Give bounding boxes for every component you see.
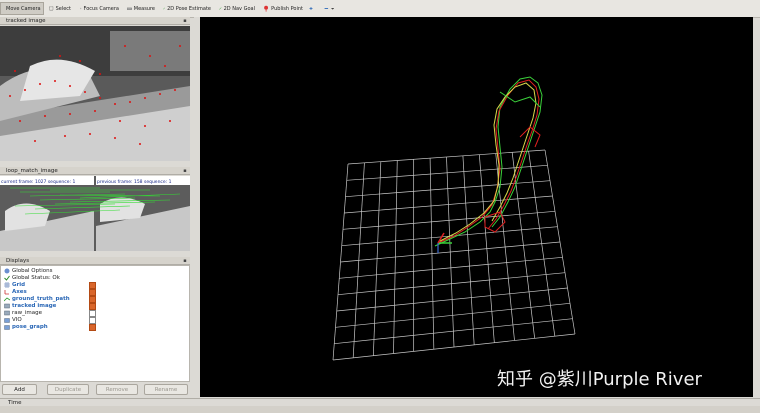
image-icon <box>4 303 10 308</box>
tracked-image-title-bar: tracked image ▪ <box>0 17 190 25</box>
add-tool-button[interactable] <box>306 2 316 15</box>
loop-match-scene: current frame: 1027 sequence: 1 previous… <box>0 176 190 251</box>
tool-dropdown[interactable] <box>321 2 337 15</box>
close-icon[interactable]: ▪ <box>182 168 188 174</box>
displays-tree: Global Options Global Status: Ok Grid Ax… <box>0 265 190 382</box>
display-item-raw-image[interactable]: raw_image <box>4 309 42 316</box>
display-item-label: Global Status: Ok <box>12 274 60 281</box>
folder-icon <box>4 317 10 323</box>
3d-scene <box>332 76 576 361</box>
axes-icon <box>4 289 9 294</box>
focus-camera-label: Focus Camera <box>83 5 120 12</box>
path-icon <box>4 296 10 301</box>
time-panel-title: Time <box>0 398 760 406</box>
tracked-image-scene <box>0 26 190 161</box>
display-item-global-status[interactable]: Global Status: Ok <box>4 274 60 281</box>
move-camera-label: Move Camera <box>6 5 41 12</box>
minus-icon <box>324 8 329 9</box>
display-item-label: Axes <box>12 288 27 295</box>
vio-checkbox[interactable] <box>89 317 96 324</box>
display-item-label: tracked image <box>12 302 57 309</box>
display-item-label: VIO <box>12 316 22 323</box>
grid-icon <box>4 281 10 288</box>
display-item-axes[interactable]: Axes <box>4 288 27 295</box>
pose-graph-checkbox[interactable] <box>89 324 96 331</box>
rename-display-button[interactable]: Rename <box>144 384 188 395</box>
display-item-label: pose_graph <box>12 323 48 330</box>
tracked-image-checkbox[interactable] <box>89 303 96 310</box>
current-frame-label: current frame: 1027 sequence: 1 <box>1 179 75 185</box>
folder-icon <box>4 324 10 330</box>
axes-checkbox[interactable] <box>89 289 96 296</box>
display-item-tracked-image[interactable]: tracked image <box>4 302 56 309</box>
chevron-down-icon <box>330 7 334 10</box>
grid-checkbox[interactable] <box>89 282 96 289</box>
display-item-pose-graph[interactable]: pose_graph <box>4 323 48 330</box>
image-icon <box>4 310 10 315</box>
displays-title: Displays <box>6 258 30 264</box>
display-item-label: ground_truth_path <box>12 295 70 302</box>
ground-truth-path-checkbox[interactable] <box>89 296 96 303</box>
checkmark-icon <box>4 275 10 281</box>
display-item-global-options[interactable]: Global Options <box>4 267 53 274</box>
watermark-text: 知乎 @紫川Purple River <box>497 369 702 390</box>
display-item-label: Global Options <box>12 267 53 274</box>
pose-estimate-label: 2D Pose Estimate <box>167 5 211 12</box>
trajectory-paths <box>434 76 543 247</box>
status-bar <box>0 406 760 413</box>
display-item-ground-truth-path[interactable]: ground_truth_path <box>4 295 70 302</box>
select-tool[interactable]: Select <box>46 2 74 15</box>
display-item-grid[interactable]: Grid <box>4 281 25 288</box>
remove-display-button[interactable]: Remove <box>96 384 138 395</box>
measure-icon <box>127 7 132 10</box>
close-icon[interactable]: ▪ <box>182 18 188 24</box>
move-camera-tool[interactable]: Move Camera <box>0 2 44 15</box>
publish-point-tool[interactable]: Publish Point <box>260 2 306 15</box>
measure-tool[interactable]: Measure <box>124 2 158 15</box>
3d-viewport[interactable] <box>200 17 753 397</box>
nav-goal-label: 2D Nav Goal <box>223 5 255 12</box>
loop-match-image-view: current frame: 1027 sequence: 1 previous… <box>0 176 190 251</box>
measure-label: Measure <box>133 5 155 12</box>
ground-grid <box>332 149 576 361</box>
previous-frame-label: previous frame: 158 sequence: 1 <box>97 179 172 185</box>
focus-camera-icon <box>80 7 82 10</box>
display-item-label: raw_image <box>12 309 43 316</box>
nav-goal-icon <box>219 7 222 10</box>
publish-point-icon <box>264 5 269 12</box>
focus-camera-tool[interactable]: Focus Camera <box>77 2 122 15</box>
raw-image-checkbox[interactable] <box>89 310 96 317</box>
tracked-image-title: tracked image <box>6 18 46 24</box>
plus-icon <box>309 7 313 10</box>
tracked-image-view <box>0 26 190 161</box>
select-label: Select <box>55 5 71 12</box>
add-display-button[interactable]: Add <box>2 384 37 395</box>
globe-icon <box>4 268 10 273</box>
duplicate-display-button[interactable]: Duplicate <box>47 384 89 395</box>
publish-point-label: Publish Point <box>271 5 303 12</box>
pose-estimate-tool[interactable]: 2D Pose Estimate <box>160 2 214 15</box>
select-icon <box>49 6 54 11</box>
nav-goal-tool[interactable]: 2D Nav Goal <box>216 2 258 15</box>
display-item-vio[interactable]: VIO <box>4 316 22 323</box>
loop-match-title: loop_match_image <box>6 168 58 174</box>
rviz-toolbar: Move Camera Select Focus Camera Measure … <box>0 0 760 18</box>
loop-match-title-bar: loop_match_image ▪ <box>0 167 190 175</box>
close-icon[interactable]: ▪ <box>182 258 188 264</box>
displays-title-bar: Displays ▪ <box>0 257 190 265</box>
display-item-label: Grid <box>12 281 26 288</box>
pose-estimate-icon <box>163 7 166 10</box>
